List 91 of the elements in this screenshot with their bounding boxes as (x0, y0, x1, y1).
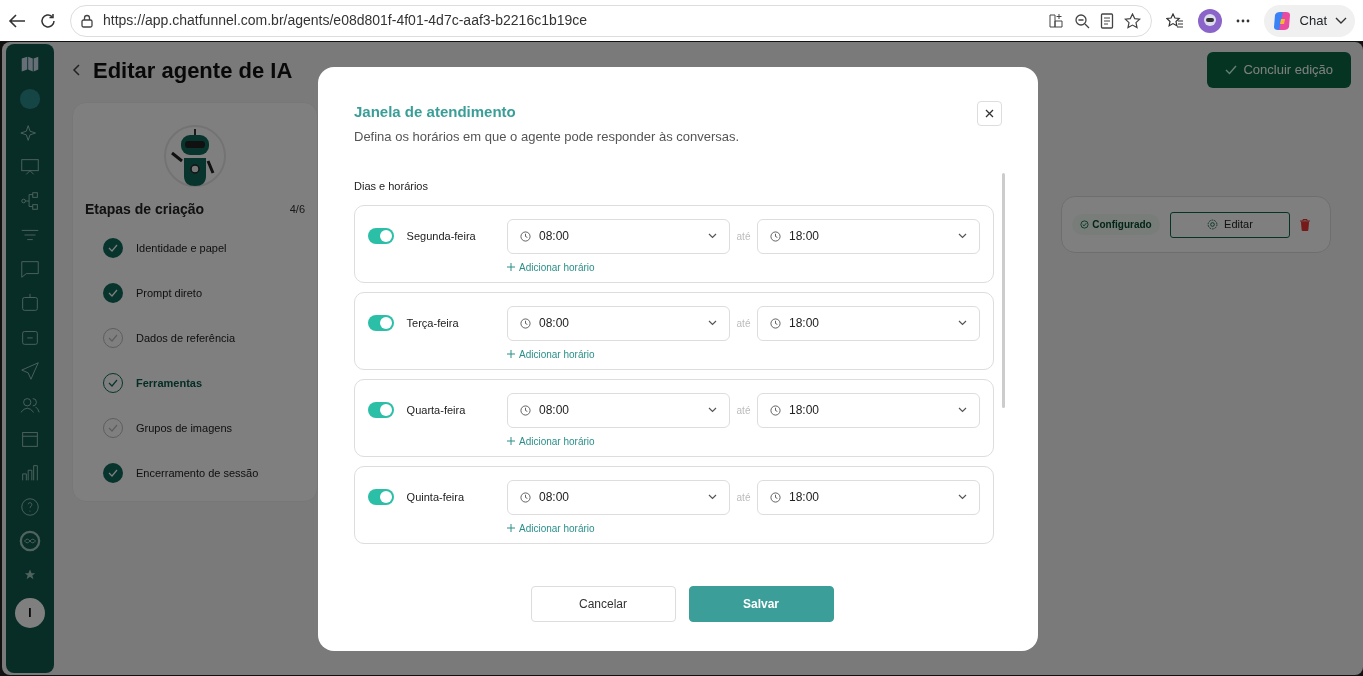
clock-icon (520, 230, 531, 242)
back-chevron-icon[interactable] (72, 64, 80, 76)
cancel-button[interactable]: Cancelar (530, 585, 676, 622)
plus-icon (507, 437, 515, 446)
step-label[interactable]: Identidade e papel (136, 239, 227, 257)
add-time-link[interactable]: Adicionar horário (507, 433, 595, 449)
separator-text: até (735, 490, 752, 505)
step-label[interactable]: Dados de referência (136, 329, 236, 347)
more-icon[interactable] (1235, 18, 1250, 23)
chat-icon[interactable] (19, 258, 41, 280)
check-icon (1224, 65, 1237, 75)
star-icon[interactable] (1123, 12, 1141, 29)
chevron-down-icon (708, 407, 717, 414)
scrollbar-thumb[interactable] (1002, 173, 1005, 408)
chevron-down-icon (958, 494, 967, 501)
section-label: Dias e horários (354, 179, 429, 195)
plus-icon (507, 263, 515, 272)
chevron-down-icon (1335, 16, 1347, 25)
step-label[interactable]: Encerramento de sessão (136, 464, 259, 482)
end-time-select[interactable]: 18:00 (757, 218, 980, 254)
start-time-select[interactable]: 08:00 (507, 218, 730, 254)
day-toggle[interactable] (368, 488, 394, 505)
clock-icon (520, 317, 531, 329)
configured-badge: Configurado (1072, 214, 1160, 235)
day-toggle[interactable] (368, 314, 394, 331)
separator-text: até (735, 403, 752, 418)
end-time-select[interactable]: 18:00 (757, 305, 980, 341)
chat-label: Chat (1299, 11, 1327, 30)
help-icon[interactable] (19, 496, 41, 518)
clock-icon (770, 404, 781, 416)
start-time-select[interactable]: 08:00 (507, 392, 730, 428)
back-icon[interactable] (8, 12, 26, 29)
separator-text: até (735, 229, 752, 244)
add-time-link[interactable]: Adicionar horário (507, 346, 595, 362)
dialog-subtitle: Defina os horários em que o agente pode responder às conversas. (354, 127, 740, 146)
dialog-title: Janela de atendimento (354, 102, 517, 122)
clock-icon (770, 317, 781, 329)
copilot-icon (1271, 10, 1292, 31)
close-button[interactable] (977, 101, 1002, 126)
close-icon (985, 109, 994, 118)
clock-icon (520, 404, 531, 416)
url-text: https://app.chatfunnel.com.br/agents/e08d801f-4f01-4d7c-aaf3-b2216c1b19ce (103, 11, 589, 30)
reader-icon[interactable] (1099, 12, 1114, 29)
user-avatar[interactable]: I (15, 598, 45, 628)
clock-icon (770, 230, 781, 242)
plus-icon (507, 350, 515, 359)
day-toggle[interactable] (368, 227, 394, 244)
steps-count: 4/6 (289, 202, 305, 218)
clock-icon (770, 491, 781, 503)
workspace-avatar-icon[interactable] (19, 88, 41, 110)
check-circle-icon (1080, 220, 1089, 229)
chevron-down-icon (958, 320, 967, 327)
favorites-icon[interactable] (1165, 12, 1184, 29)
reload-icon[interactable] (40, 12, 56, 29)
step-label[interactable]: Prompt direto (136, 284, 203, 302)
profile-avatar-icon[interactable] (1197, 8, 1222, 33)
plus-icon (507, 524, 515, 533)
start-time-select[interactable]: 08:00 (507, 479, 730, 515)
apps-icon[interactable] (1047, 12, 1064, 29)
chevron-down-icon (708, 320, 717, 327)
day-toggle[interactable] (368, 401, 394, 418)
chevron-down-icon (708, 233, 717, 240)
save-button[interactable]: Salvar (688, 585, 834, 622)
chevron-down-icon (958, 233, 967, 240)
steps-title: Etapas de criação (85, 200, 205, 219)
add-time-link[interactable]: Adicionar horário (507, 520, 595, 536)
add-time-link[interactable]: Adicionar horário (507, 259, 595, 275)
chevron-down-icon (708, 494, 717, 501)
day-name: Quinta-feira (406, 489, 466, 505)
chevron-down-icon (958, 407, 967, 414)
clock-icon (520, 491, 531, 503)
step-label[interactable]: Ferramentas (136, 374, 203, 392)
end-time-select[interactable]: 18:00 (757, 479, 980, 515)
step-label[interactable]: Grupos de imagens (136, 419, 232, 437)
flow-icon[interactable] (19, 190, 41, 212)
page-title: Editar agente de IA (93, 56, 293, 85)
send-icon[interactable] (19, 360, 41, 382)
separator-text: até (735, 316, 752, 331)
infinity-icon[interactable] (19, 530, 41, 552)
day-name: Terça-feira (406, 315, 460, 331)
zoom-out-icon[interactable] (1073, 12, 1090, 29)
edit-button[interactable]: Editar (1169, 211, 1290, 238)
start-time-select[interactable]: 08:00 (507, 305, 730, 341)
day-name: Quarta-feira (406, 402, 467, 418)
lock-icon (81, 13, 93, 28)
trash-icon[interactable] (1299, 218, 1310, 231)
gear-icon (1206, 219, 1218, 230)
day-name: Segunda-feira (406, 228, 477, 244)
chat-button[interactable]: Chat (1263, 4, 1355, 37)
end-time-select[interactable]: 18:00 (757, 392, 980, 428)
finish-editing-button[interactable]: Concluir edição (1207, 52, 1351, 88)
